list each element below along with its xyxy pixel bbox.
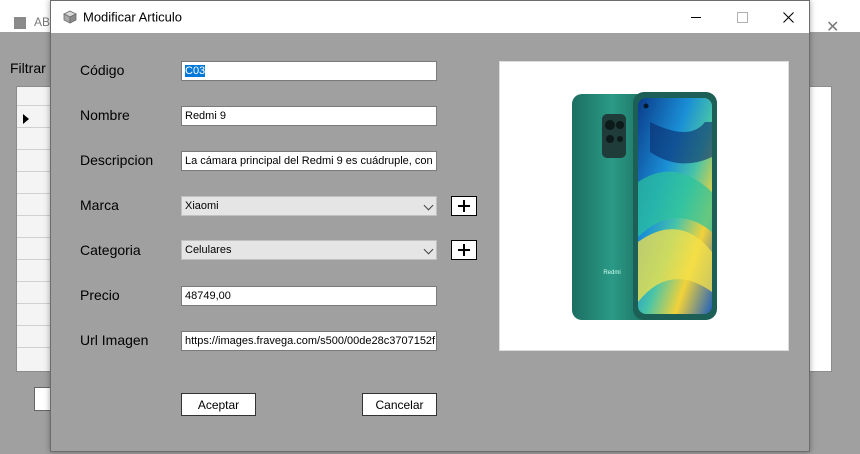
codigo-value: C03 [185,65,206,77]
marca-select[interactable]: Xiaomi [181,196,437,216]
url-imagen-label: Url Imagen [80,332,149,348]
article-image-preview: Redmi [499,61,789,351]
minimize-button[interactable] [673,1,719,33]
add-marca-button[interactable] [451,196,477,216]
close-icon [782,11,794,23]
maximize-button[interactable] [719,1,765,33]
categoria-label: Categoria [80,242,141,258]
close-icon[interactable]: ✕ [826,20,839,36]
marca-selected-value: Xiaomi [185,200,219,212]
add-categoria-button[interactable] [451,240,477,260]
filter-label: Filtrar [10,60,46,76]
dialog-titlebar: Modificar Articulo [51,1,809,33]
precio-input[interactable]: 48749,00 [181,286,437,306]
cancelar-button[interactable]: Cancelar [362,393,437,416]
camera-module [602,114,626,158]
app-icon [63,10,77,24]
phone-brand-text: Redmi [603,270,620,276]
url-imagen-input[interactable]: https://images.fravega.com/s500/00de28c3… [181,331,437,351]
chevron-down-icon [423,244,434,255]
app-icon [14,17,26,29]
codigo-label: Código [80,62,125,78]
modificar-articulo-dialog: Modificar Articulo Código C03 Nombre Red… [50,0,810,452]
grid-row-headers [17,87,52,371]
codigo-input[interactable]: C03 [181,61,437,81]
background-title: AB [34,15,51,29]
dialog-title: Modificar Articulo [83,9,182,25]
nombre-label: Nombre [80,107,130,123]
aceptar-button[interactable]: Aceptar [181,393,256,416]
precio-label: Precio [80,287,120,303]
chevron-down-icon [423,200,434,211]
marca-label: Marca [80,197,119,213]
phone-image: Redmi [572,92,717,320]
close-button[interactable] [765,1,811,33]
categoria-select[interactable]: Celulares [181,240,437,260]
current-row-arrow-icon [23,114,29,124]
minimize-icon [691,16,701,18]
nombre-input[interactable]: Redmi 9 [181,106,437,126]
descripcion-label: Descripcion [80,152,154,168]
maximize-icon [736,11,748,23]
categoria-selected-value: Celulares [185,244,232,256]
descripcion-input[interactable]: La cámara principal del Redmi 9 es cuádr… [181,151,437,171]
